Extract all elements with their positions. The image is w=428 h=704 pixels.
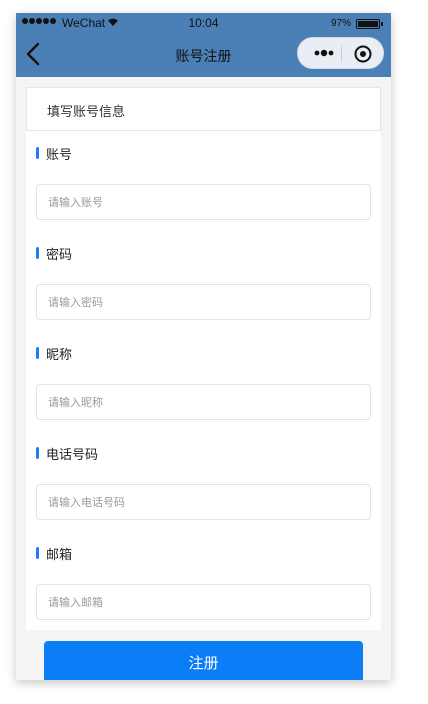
account-label-text: 账号 — [46, 147, 73, 163]
capsule-divider — [341, 46, 342, 62]
label-accent-bar — [36, 547, 39, 559]
label-accent-bar — [36, 347, 39, 359]
nav-bar: 账号注册 — [16, 33, 391, 77]
register-form-card: 填写账号信息 账号 密码 昵称 电话号码 邮箱 — [26, 87, 381, 630]
phone-label: 电话号码 — [36, 443, 98, 463]
nickname-label-text: 昵称 — [46, 347, 73, 363]
form-header-title: 填写账号信息 — [47, 105, 126, 120]
more-dots-icon[interactable] — [311, 44, 341, 62]
status-bar: WeChat 10:04 97% — [16, 13, 391, 33]
nickname-label: 昵称 — [36, 343, 72, 363]
battery-percent: 97% — [331, 18, 352, 29]
password-label: 密码 — [36, 243, 72, 263]
account-input[interactable] — [36, 184, 371, 220]
label-accent-bar — [36, 247, 39, 259]
label-accent-bar — [36, 147, 39, 159]
nickname-input[interactable] — [36, 384, 371, 420]
password-label-text: 密码 — [46, 247, 73, 263]
phone-label-text: 电话号码 — [46, 447, 99, 463]
mini-program-capsule — [297, 37, 384, 69]
account-label: 账号 — [36, 143, 72, 163]
email-label: 邮箱 — [36, 543, 72, 563]
form-header: 填写账号信息 — [26, 87, 381, 131]
email-label-text: 邮箱 — [46, 547, 73, 563]
phone-input[interactable] — [36, 484, 371, 520]
register-button[interactable]: 注册 — [44, 641, 363, 680]
label-accent-bar — [36, 447, 39, 459]
phone-screen: WeChat 10:04 97% 账号注册 填写账号信息 账号 请输入账号 密码… — [16, 13, 391, 680]
password-input[interactable] — [36, 284, 371, 320]
target-circle-icon[interactable] — [353, 44, 373, 64]
email-input[interactable] — [36, 584, 371, 620]
battery-icon — [356, 19, 383, 29]
